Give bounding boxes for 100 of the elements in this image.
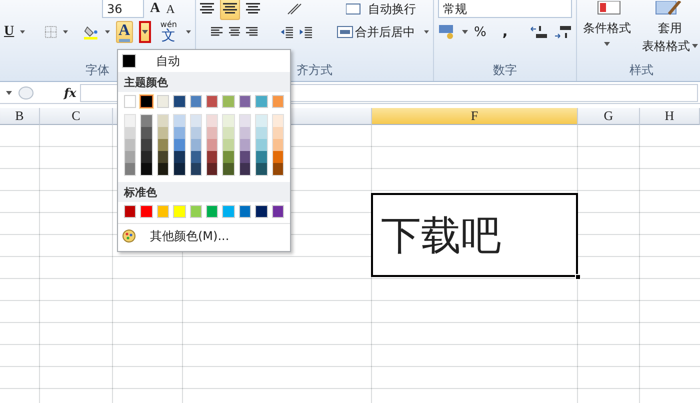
color-swatch[interactable] (238, 205, 252, 218)
number-format-value[interactable]: 常规 (443, 2, 467, 14)
automatic-color-item[interactable]: 自动 (118, 50, 290, 72)
shade-swatch[interactable] (240, 115, 250, 127)
column-header[interactable]: B (0, 108, 40, 125)
shade-swatch[interactable] (256, 163, 267, 175)
color-swatch[interactable] (140, 95, 153, 108)
color-swatch[interactable] (255, 205, 268, 218)
shade-swatch[interactable] (174, 163, 185, 175)
shade-swatch[interactable] (125, 151, 136, 163)
color-swatch[interactable] (124, 95, 136, 108)
shade-swatch[interactable] (207, 115, 218, 127)
shade-swatch[interactable] (272, 163, 284, 175)
fill-handle[interactable] (575, 274, 581, 280)
column-header[interactable]: C (40, 108, 113, 125)
shade-swatch[interactable] (256, 115, 267, 127)
shade-swatch[interactable] (272, 115, 284, 127)
table-format-icon[interactable] (655, 1, 681, 15)
column-header[interactable]: G (578, 108, 640, 125)
percent-button[interactable]: % (474, 26, 486, 38)
grow-font-icon[interactable]: A (150, 2, 160, 16)
shade-swatch[interactable] (141, 163, 152, 175)
shade-swatch[interactable] (272, 139, 284, 151)
font-color-button[interactable]: A (116, 21, 134, 43)
shade-swatch[interactable] (240, 163, 250, 175)
align-top-icon[interactable] (200, 3, 214, 15)
table-format-button[interactable]: 套用 (658, 22, 682, 34)
conditional-format-icon[interactable] (597, 1, 621, 15)
color-swatch[interactable] (222, 205, 235, 218)
shade-swatch[interactable] (256, 151, 267, 163)
shade-swatch[interactable] (158, 127, 168, 139)
shade-swatch[interactable] (207, 139, 218, 151)
underline-button[interactable]: U (4, 25, 14, 39)
shade-swatch[interactable] (256, 127, 267, 139)
color-swatch[interactable] (173, 95, 186, 108)
decrease-indent-icon[interactable] (280, 25, 293, 39)
shade-swatch[interactable] (223, 139, 234, 151)
color-swatch[interactable] (206, 95, 218, 108)
color-swatch[interactable] (206, 205, 218, 218)
shade-swatch[interactable] (125, 127, 136, 139)
wrap-text-icon[interactable] (346, 3, 362, 15)
align-middle-icon[interactable] (223, 3, 237, 15)
shade-swatch[interactable] (141, 139, 152, 151)
more-colors-item[interactable]: 其他颜色(M)... (118, 223, 290, 247)
shade-swatch[interactable] (272, 127, 284, 139)
table-format-button[interactable]: 表格格式 (642, 40, 690, 52)
shade-swatch[interactable] (207, 151, 218, 163)
align-bottom-icon[interactable] (246, 3, 260, 15)
shade-swatch[interactable] (190, 127, 202, 139)
shade-swatch[interactable] (125, 139, 136, 151)
decrease-decimal-icon[interactable] (554, 25, 572, 39)
comma-button[interactable]: , (502, 25, 508, 39)
name-box-handle-icon[interactable] (18, 86, 34, 100)
shade-swatch[interactable] (272, 151, 284, 163)
shade-swatch[interactable] (158, 115, 168, 127)
color-swatch[interactable] (140, 205, 153, 218)
column-header[interactable]: H (640, 108, 700, 125)
orientation-icon[interactable] (286, 3, 304, 15)
shade-swatch[interactable] (223, 115, 234, 127)
shade-swatch[interactable] (174, 115, 185, 127)
align-center-icon[interactable] (228, 26, 240, 38)
borders-icon[interactable] (45, 25, 58, 39)
shade-swatch[interactable] (207, 163, 218, 175)
column-header[interactable]: F (372, 108, 578, 125)
shade-swatch[interactable] (141, 115, 152, 127)
shade-swatch[interactable] (174, 127, 185, 139)
shade-swatch[interactable] (240, 127, 250, 139)
shade-swatch[interactable] (240, 139, 250, 151)
color-swatch[interactable] (124, 205, 136, 218)
shade-swatch[interactable] (256, 139, 267, 151)
cell-text[interactable]: 下载吧 (371, 193, 578, 277)
shade-swatch[interactable] (141, 127, 152, 139)
color-swatch[interactable] (272, 95, 284, 108)
shade-swatch[interactable] (190, 151, 202, 163)
color-swatch[interactable] (156, 95, 170, 108)
shade-swatch[interactable] (223, 163, 234, 175)
increase-decimal-icon[interactable] (530, 25, 548, 39)
color-swatch[interactable] (190, 205, 202, 218)
increase-indent-icon[interactable] (298, 25, 312, 39)
shrink-font-icon[interactable]: A (166, 3, 175, 15)
color-swatch[interactable] (255, 95, 268, 108)
color-swatch[interactable] (190, 95, 202, 108)
shade-swatch[interactable] (223, 127, 234, 139)
shade-swatch[interactable] (174, 151, 185, 163)
color-swatch[interactable] (156, 205, 170, 218)
shade-swatch[interactable] (190, 115, 202, 127)
wrap-text-button[interactable]: 自动换行 (368, 3, 416, 15)
conditional-format-button[interactable]: 条件格式 (583, 22, 631, 34)
shade-swatch[interactable] (190, 163, 202, 175)
shade-swatch[interactable] (141, 151, 152, 163)
phonetic-button[interactable]: wén 文 (157, 21, 180, 43)
shade-swatch[interactable] (158, 151, 168, 163)
shade-swatch[interactable] (207, 127, 218, 139)
color-swatch[interactable] (238, 95, 252, 108)
align-middle-button[interactable] (220, 0, 240, 20)
insert-function-button[interactable]: fx (64, 86, 80, 100)
font-color-dropdown[interactable] (139, 21, 152, 43)
align-right-icon[interactable] (246, 26, 258, 38)
color-swatch[interactable] (272, 205, 284, 218)
merge-center-button[interactable]: 合并后居中 (334, 21, 418, 43)
